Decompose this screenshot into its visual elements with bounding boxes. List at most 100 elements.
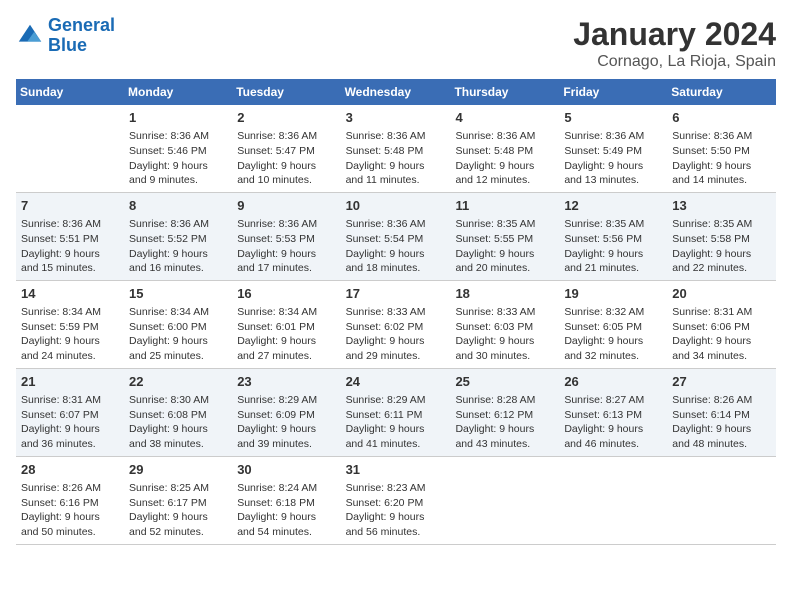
subtitle: Cornago, La Rioja, Spain [573,53,776,71]
day-number: 28 [21,461,119,479]
day-number: 7 [21,197,119,215]
calendar-cell: 29Sunrise: 8:25 AMSunset: 6:17 PMDayligh… [124,456,232,544]
calendar-cell: 31Sunrise: 8:23 AMSunset: 6:20 PMDayligh… [341,456,451,544]
calendar-cell: 21 Sunrise: 8:31 AMSunset: 6:07 PMDayligh… [16,368,124,456]
calendar-cell: 25 Sunrise: 8:28 AMSunset: 6:12 PMDayligh… [450,368,559,456]
day-info: Sunrise: 8:35 AMSunset: 5:55 PMDaylight:… [455,217,554,276]
day-header: Wednesday [341,79,451,105]
calendar-cell: 20 Sunrise: 8:31 AMSunset: 6:06 PMDayligh… [667,280,776,368]
day-number: 31 [346,461,446,479]
day-header: Sunday [16,79,124,105]
day-info: Sunrise: 8:36 AMSunset: 5:49 PMDaylight:… [564,129,662,188]
day-number: 8 [129,197,227,215]
calendar-cell: 22Sunrise: 8:30 AMSunset: 6:08 PMDayligh… [124,368,232,456]
day-info: Sunrise: 8:36 AMSunset: 5:46 PMDaylight:… [129,129,227,188]
day-info: Sunrise: 8:36 AMSunset: 5:50 PMDaylight:… [672,129,771,188]
day-number: 26 [564,373,662,391]
calendar-cell: 19 Sunrise: 8:32 AMSunset: 6:05 PMDayligh… [559,280,667,368]
calendar-cell [559,456,667,544]
day-info: Sunrise: 8:29 AMSunset: 6:11 PMDaylight:… [346,393,446,452]
day-info: Sunrise: 8:31 AMSunset: 6:06 PMDaylight:… [672,305,771,364]
day-number: 1 [129,109,227,127]
calendar-cell: 3Sunrise: 8:36 AMSunset: 5:48 PMDaylight… [341,105,451,192]
main-title: January 2024 [573,16,776,53]
calendar-cell: 1 Sunrise: 8:36 AMSunset: 5:46 PMDaylight… [124,105,232,192]
day-number: 11 [455,197,554,215]
calendar-cell [16,105,124,192]
day-number: 6 [672,109,771,127]
day-number: 17 [346,285,446,303]
calendar-cell: 9 Sunrise: 8:36 AMSunset: 5:53 PMDaylight… [232,192,340,280]
calendar-cell: 14Sunrise: 8:34 AMSunset: 5:59 PMDayligh… [16,280,124,368]
day-number: 18 [455,285,554,303]
calendar-cell [450,456,559,544]
week-row: 28 Sunrise: 8:26 AMSunset: 6:16 PMDayligh… [16,456,776,544]
day-number: 13 [672,197,771,215]
week-row: 21 Sunrise: 8:31 AMSunset: 6:07 PMDayligh… [16,368,776,456]
calendar-cell: 12Sunrise: 8:35 AMSunset: 5:56 PMDayligh… [559,192,667,280]
day-header: Friday [559,79,667,105]
calendar-cell: 2Sunrise: 8:36 AMSunset: 5:47 PMDaylight… [232,105,340,192]
week-row: 1 Sunrise: 8:36 AMSunset: 5:46 PMDaylight… [16,105,776,192]
day-number: 24 [346,373,446,391]
calendar-cell: 27 Sunrise: 8:26 AMSunset: 6:14 PMDayligh… [667,368,776,456]
day-info: Sunrise: 8:29 AMSunset: 6:09 PMDaylight:… [237,393,335,452]
day-header: Thursday [450,79,559,105]
day-number: 21 [21,373,119,391]
week-row: 14Sunrise: 8:34 AMSunset: 5:59 PMDayligh… [16,280,776,368]
day-info: Sunrise: 8:34 AMSunset: 6:00 PMDaylight:… [129,305,227,364]
day-info: Sunrise: 8:35 AMSunset: 5:56 PMDaylight:… [564,217,662,276]
day-number: 9 [237,197,335,215]
day-info: Sunrise: 8:24 AMSunset: 6:18 PMDaylight:… [237,481,335,540]
calendar-cell: 6 Sunrise: 8:36 AMSunset: 5:50 PMDaylight… [667,105,776,192]
day-number: 27 [672,373,771,391]
day-info: Sunrise: 8:30 AMSunset: 6:08 PMDaylight:… [129,393,227,452]
calendar-cell: 28 Sunrise: 8:26 AMSunset: 6:16 PMDayligh… [16,456,124,544]
calendar-cell: 15 Sunrise: 8:34 AMSunset: 6:00 PMDayligh… [124,280,232,368]
day-number: 3 [346,109,446,127]
day-info: Sunrise: 8:36 AMSunset: 5:54 PMDaylight:… [346,217,446,276]
day-number: 10 [346,197,446,215]
day-number: 25 [455,373,554,391]
logo-text: General Blue [48,16,115,56]
day-number: 29 [129,461,227,479]
day-number: 23 [237,373,335,391]
day-info: Sunrise: 8:26 AMSunset: 6:14 PMDaylight:… [672,393,771,452]
calendar-cell: 18Sunrise: 8:33 AMSunset: 6:03 PMDayligh… [450,280,559,368]
calendar-cell: 10 Sunrise: 8:36 AMSunset: 5:54 PMDayligh… [341,192,451,280]
day-info: Sunrise: 8:36 AMSunset: 5:53 PMDaylight:… [237,217,335,276]
calendar-cell: 24 Sunrise: 8:29 AMSunset: 6:11 PMDayligh… [341,368,451,456]
day-info: Sunrise: 8:27 AMSunset: 6:13 PMDaylight:… [564,393,662,452]
day-info: Sunrise: 8:31 AMSunset: 6:07 PMDaylight:… [21,393,119,452]
day-info: Sunrise: 8:34 AMSunset: 6:01 PMDaylight:… [237,305,335,364]
calendar-cell: 4 Sunrise: 8:36 AMSunset: 5:48 PMDaylight… [450,105,559,192]
header: General Blue January 2024 Cornago, La Ri… [16,16,776,71]
calendar-cell: 17 Sunrise: 8:33 AMSunset: 6:02 PMDayligh… [341,280,451,368]
day-info: Sunrise: 8:36 AMSunset: 5:47 PMDaylight:… [237,129,335,188]
calendar-cell: 13Sunrise: 8:35 AMSunset: 5:58 PMDayligh… [667,192,776,280]
day-info: Sunrise: 8:36 AMSunset: 5:51 PMDaylight:… [21,217,119,276]
day-number: 4 [455,109,554,127]
day-info: Sunrise: 8:28 AMSunset: 6:12 PMDaylight:… [455,393,554,452]
calendar-cell: 23 Sunrise: 8:29 AMSunset: 6:09 PMDayligh… [232,368,340,456]
calendar-cell: 16Sunrise: 8:34 AMSunset: 6:01 PMDayligh… [232,280,340,368]
day-number: 15 [129,285,227,303]
day-number: 20 [672,285,771,303]
header-row: SundayMondayTuesdayWednesdayThursdayFrid… [16,79,776,105]
day-info: Sunrise: 8:32 AMSunset: 6:05 PMDaylight:… [564,305,662,364]
day-info: Sunrise: 8:36 AMSunset: 5:48 PMDaylight:… [455,129,554,188]
day-header: Saturday [667,79,776,105]
week-row: 7 Sunrise: 8:36 AMSunset: 5:51 PMDaylight… [16,192,776,280]
day-number: 19 [564,285,662,303]
calendar-cell: 8Sunrise: 8:36 AMSunset: 5:52 PMDaylight… [124,192,232,280]
day-info: Sunrise: 8:26 AMSunset: 6:16 PMDaylight:… [21,481,119,540]
calendar-cell: 30 Sunrise: 8:24 AMSunset: 6:18 PMDayligh… [232,456,340,544]
day-number: 30 [237,461,335,479]
title-area: January 2024 Cornago, La Rioja, Spain [573,16,776,71]
calendar-cell: 7 Sunrise: 8:36 AMSunset: 5:51 PMDaylight… [16,192,124,280]
day-header: Monday [124,79,232,105]
calendar-cell: 5Sunrise: 8:36 AMSunset: 5:49 PMDaylight… [559,105,667,192]
day-info: Sunrise: 8:33 AMSunset: 6:02 PMDaylight:… [346,305,446,364]
calendar-cell: 26 Sunrise: 8:27 AMSunset: 6:13 PMDayligh… [559,368,667,456]
day-header: Tuesday [232,79,340,105]
